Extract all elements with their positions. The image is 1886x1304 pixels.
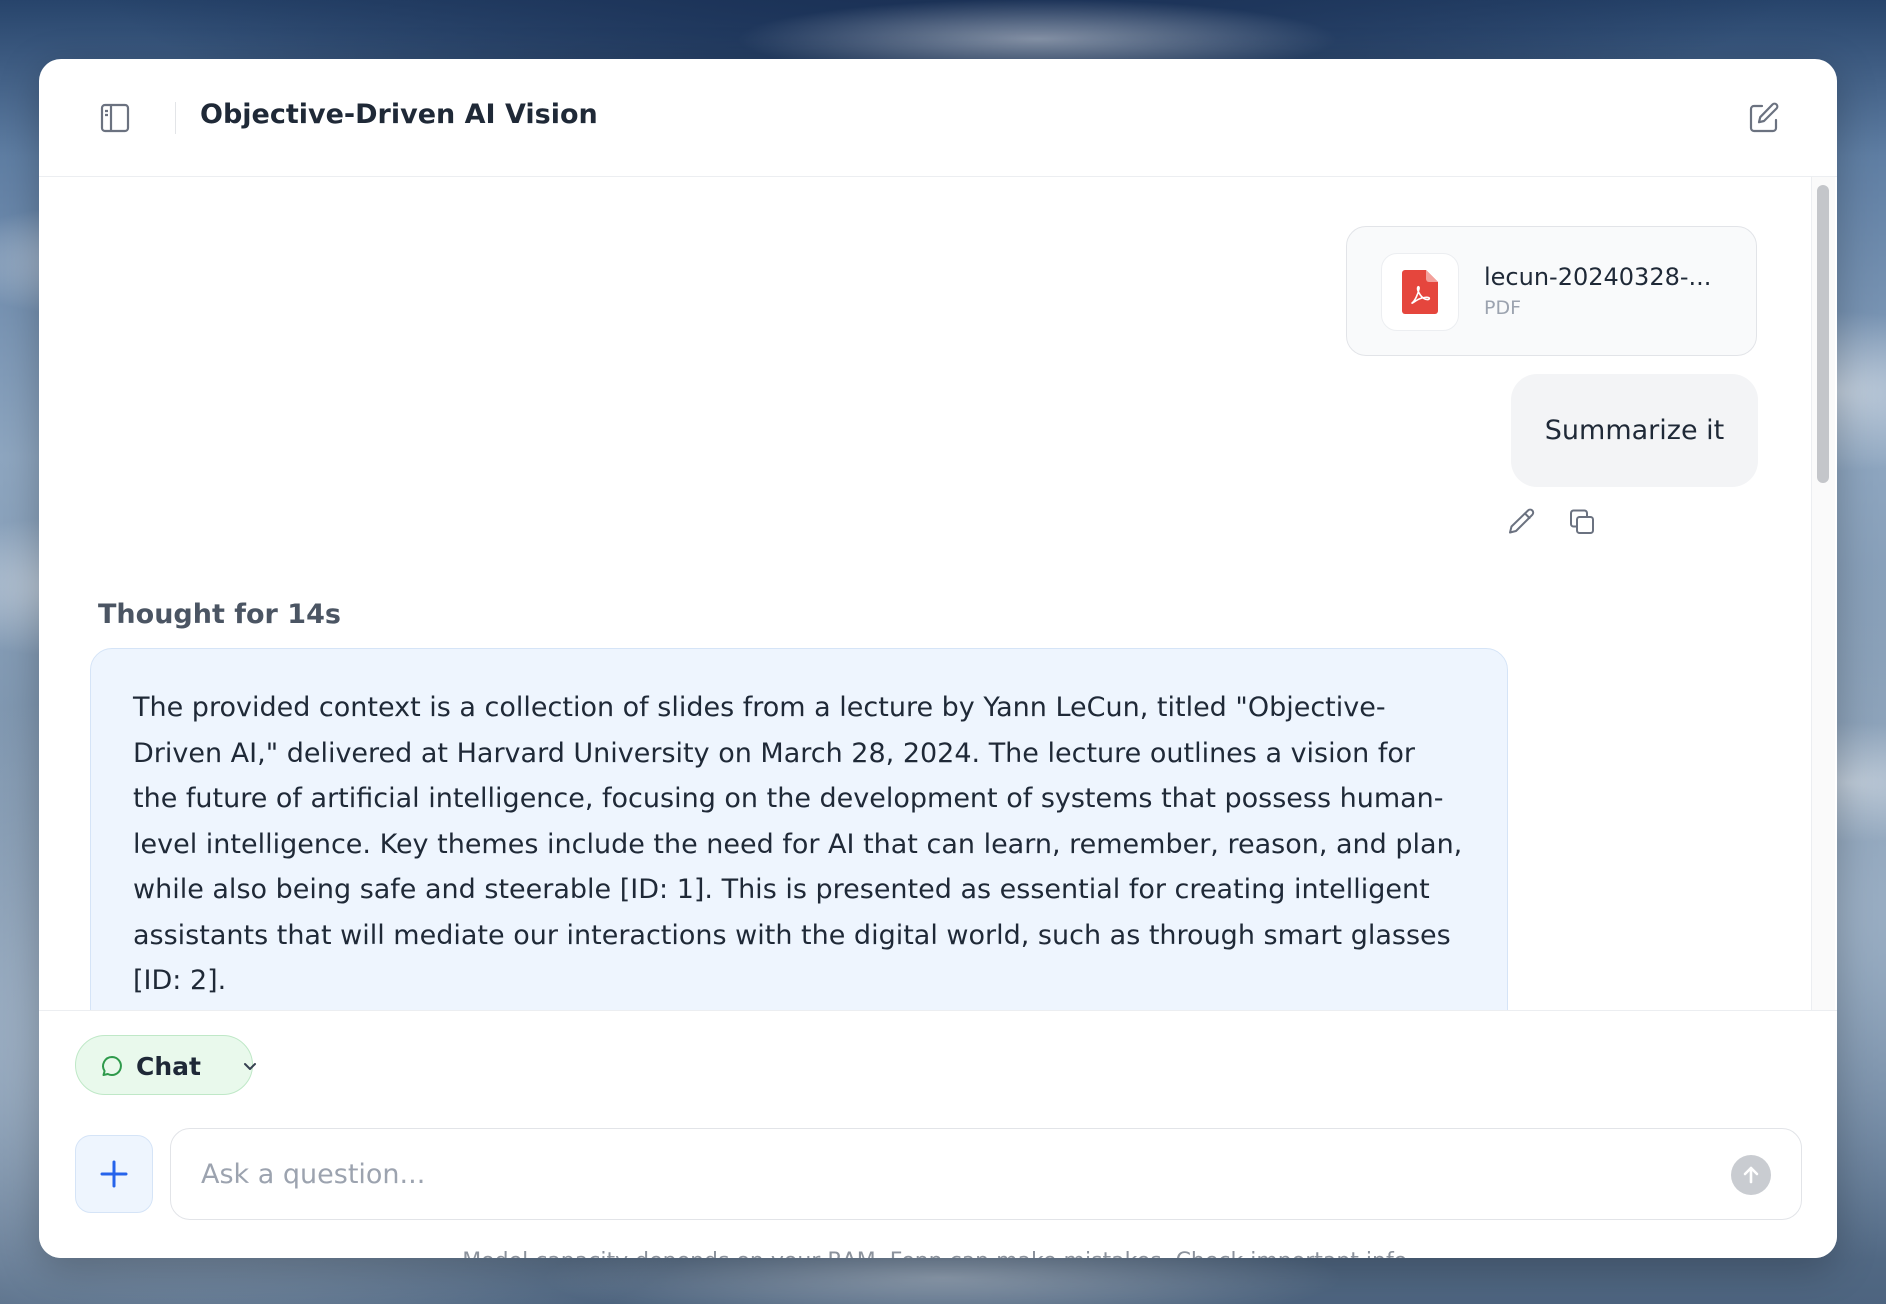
attachment-name: lecun-20240328-... bbox=[1484, 263, 1712, 291]
mode-selector[interactable]: Chat bbox=[75, 1035, 256, 1095]
user-message: Summarize it bbox=[1511, 374, 1758, 487]
add-attachment-button[interactable] bbox=[75, 1135, 153, 1213]
pdf-file-icon bbox=[1381, 253, 1459, 331]
chevron-down-icon bbox=[244, 1063, 256, 1070]
mode-label: Chat bbox=[136, 1052, 201, 1081]
pdf-attachment-card[interactable]: lecun-20240328-... PDF bbox=[1346, 226, 1757, 356]
plus-icon bbox=[100, 1160, 128, 1188]
sidebar-icon[interactable] bbox=[99, 102, 131, 134]
send-button[interactable] bbox=[1731, 1155, 1771, 1195]
arrow-up-icon bbox=[1743, 1166, 1759, 1184]
app-window: Objective-Driven AI Vision lecun-2024032… bbox=[39, 59, 1837, 1258]
header-divider bbox=[175, 102, 176, 134]
scrollbar-thumb[interactable] bbox=[1817, 185, 1829, 483]
app-header: Objective-Driven AI Vision bbox=[39, 59, 1837, 177]
chat-bubble-icon bbox=[102, 1056, 122, 1076]
question-input-wrapper[interactable] bbox=[170, 1128, 1802, 1220]
edit-icon[interactable] bbox=[1506, 506, 1538, 538]
disclaimer: Model capacity depends on your RAM. Fenn… bbox=[39, 1249, 1837, 1258]
question-input[interactable] bbox=[201, 1151, 1681, 1197]
page-title: Objective-Driven AI Vision bbox=[200, 99, 598, 130]
new-chat-edit-icon[interactable] bbox=[1747, 101, 1781, 135]
assistant-answer: The provided context is a collection of … bbox=[90, 648, 1508, 1048]
copy-icon[interactable] bbox=[1566, 506, 1598, 538]
composer: Chat Model capacity depends on your RAM.… bbox=[39, 1010, 1837, 1258]
thought-toggle[interactable]: Thought for 14s bbox=[98, 599, 341, 630]
attachment-type: PDF bbox=[1484, 297, 1522, 319]
